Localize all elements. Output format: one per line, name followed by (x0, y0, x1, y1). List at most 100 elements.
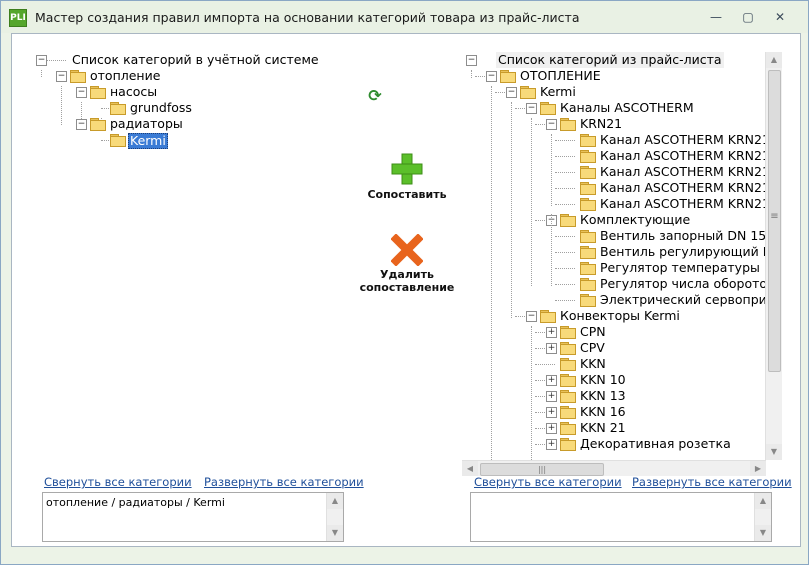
left-expand-all-link[interactable]: Развернуть все категории (204, 475, 364, 489)
tree-item[interactable]: − Kermi (462, 84, 766, 100)
refresh-icon[interactable]: ⟳ (367, 88, 383, 104)
tree-connector (555, 156, 575, 157)
expand-icon[interactable]: + (546, 407, 557, 418)
expand-icon[interactable]: + (546, 375, 557, 386)
folder-icon (580, 230, 596, 243)
tree-item[interactable]: − Конвекторы Kermi (462, 308, 766, 324)
collapse-icon[interactable]: − (526, 311, 537, 322)
right-path-scrollbar[interactable]: ▲ ▼ (754, 493, 771, 541)
left-path-scrollbar[interactable]: ▲ ▼ (326, 493, 343, 541)
minimize-button[interactable]: — (703, 7, 729, 27)
tree-item[interactable]: − ОТОПЛЕНИЕ (462, 68, 766, 84)
tree-item[interactable]: − Комплектующие (462, 212, 766, 228)
scroll-right-button[interactable]: ▶ (750, 461, 766, 476)
tree-item-radiatory[interactable]: − радиаторы (32, 116, 352, 132)
tree-item[interactable]: Электрический сервопривод (462, 292, 766, 308)
tree-item[interactable]: Вентиль запорный DN 15 1/2 (462, 228, 766, 244)
left-category-tree[interactable]: − Список категорий в учётной системе − о… (32, 52, 352, 172)
tree-item-nasosy[interactable]: − насосы (32, 84, 352, 100)
left-tree-header-row[interactable]: − Список категорий в учётной системе (32, 52, 352, 68)
delete-match-button[interactable]: Удалить сопоставление (357, 234, 457, 298)
tree-item-otoplenie[interactable]: − отопление (32, 68, 352, 84)
right-tree-vertical-scrollbar[interactable]: ▲ ≡ ▼ (765, 52, 782, 460)
expand-icon[interactable]: + (546, 439, 557, 450)
close-button[interactable]: ✕ (767, 7, 793, 27)
left-selected-path-box[interactable]: отопление / радиаторы / Kermi ▲ ▼ (42, 492, 344, 542)
collapse-icon[interactable]: − (526, 103, 537, 114)
tree-item-label: KKN 21 (580, 420, 626, 435)
tree-item[interactable]: Канал ASCOTHERM KRN21, гл (462, 148, 766, 164)
scroll-down-button[interactable]: ▼ (755, 525, 771, 541)
expand-icon[interactable]: + (546, 423, 557, 434)
tree-item-label: CPV (580, 340, 605, 355)
tree-connector (555, 252, 575, 253)
tree-item[interactable]: − Каналы ASCOTHERM (462, 100, 766, 116)
collapse-icon[interactable]: − (506, 87, 517, 98)
tree-item[interactable]: Канал ASCOTHERM KRN21, гл (462, 196, 766, 212)
tree-item[interactable]: + KKN 10 (462, 372, 766, 388)
folder-icon (580, 246, 596, 259)
match-button[interactable]: Сопоставить (362, 152, 452, 201)
tree-item[interactable]: + KKN 13 (462, 388, 766, 404)
tree-item-label: Декоративная розетка (580, 436, 731, 451)
plus-icon (391, 153, 423, 185)
tree-item[interactable]: + CPN (462, 324, 766, 340)
folder-icon (560, 358, 576, 371)
expand-icon[interactable]: + (546, 391, 557, 402)
tree-item[interactable]: + CPV (462, 340, 766, 356)
right-selected-path-box[interactable]: ▲ ▼ (470, 492, 772, 542)
scroll-up-button[interactable]: ▲ (327, 493, 343, 509)
collapse-icon[interactable]: − (76, 87, 87, 98)
tree-item[interactable]: Канал ASCOTHERM KRN21, гл (462, 180, 766, 196)
tree-item[interactable]: + KKN 21 (462, 420, 766, 436)
tree-item[interactable]: Вентиль регулирующий DN 15 (462, 244, 766, 260)
scroll-left-button[interactable]: ◀ (462, 461, 478, 476)
tree-connector (515, 316, 525, 317)
wizard-window: PLI Мастер создания правил импорта на ос… (0, 0, 809, 565)
right-collapse-all-link[interactable]: Свернуть все категории (474, 475, 622, 489)
scroll-up-button[interactable]: ▲ (766, 52, 782, 68)
right-tree-header-row[interactable]: − Список категорий из прайс-листа (462, 52, 766, 68)
expand-icon[interactable]: + (546, 327, 557, 338)
tree-item-label: Конвекторы Kermi (560, 308, 680, 323)
maximize-button[interactable]: ▢ (735, 7, 761, 27)
scroll-down-button[interactable]: ▼ (766, 444, 782, 460)
client-area: − Список категорий в учётной системе − о… (11, 33, 801, 547)
tree-item-label: Канал ASCOTHERM KRN21, гл (600, 180, 766, 195)
tree-item-label: Комплектующие (580, 212, 691, 227)
collapse-icon[interactable]: − (76, 119, 87, 130)
tree-item[interactable]: − KRN21 (462, 116, 766, 132)
tree-item[interactable]: Канал ASCOTHERM KRN21, гл (462, 164, 766, 180)
right-tree-horizontal-scrollbar[interactable]: ◀ ||| ▶ (462, 460, 766, 476)
expand-icon[interactable]: + (546, 343, 557, 354)
tree-connector (535, 332, 545, 333)
right-expand-all-link[interactable]: Развернуть все категории (632, 475, 792, 489)
tree-item[interactable]: + Декоративная розетка (462, 436, 766, 452)
collapse-icon[interactable]: − (546, 119, 557, 130)
tree-item-kermi-selected[interactable]: Kermi (32, 132, 352, 149)
tree-item[interactable]: + KKN 16 (462, 404, 766, 420)
folder-icon (560, 438, 576, 451)
tree-item-label: CPN (580, 324, 606, 339)
tree-guide-line (531, 326, 532, 460)
collapse-icon[interactable]: − (56, 71, 67, 82)
tree-item-grundfoss[interactable]: grundfoss (32, 100, 352, 116)
tree-item[interactable]: Регулятор числа оборотов (1 (462, 276, 766, 292)
tree-item[interactable]: Регулятор температуры в по (462, 260, 766, 276)
left-collapse-all-link[interactable]: Свернуть все категории (44, 475, 192, 489)
tree-item-label: KKN 13 (580, 388, 626, 403)
tree-connector (535, 396, 545, 397)
folder-icon (560, 342, 576, 355)
scroll-thumb[interactable]: ≡ (768, 70, 781, 372)
tree-item[interactable]: Канал ASCOTHERM KRN21, гл (462, 132, 766, 148)
collapse-icon[interactable]: − (36, 55, 47, 66)
tree-connector (515, 108, 525, 109)
tree-item[interactable]: KKN (462, 356, 766, 372)
tree-item-label: Kermi (128, 133, 168, 149)
tree-guide-line (471, 70, 472, 78)
scroll-up-button[interactable]: ▲ (755, 493, 771, 509)
collapse-icon[interactable]: − (466, 55, 477, 66)
collapse-icon[interactable]: − (486, 71, 497, 82)
right-category-tree[interactable]: − Список категорий из прайс-листа − ОТОПЛЕН… (462, 52, 782, 476)
scroll-down-button[interactable]: ▼ (327, 525, 343, 541)
